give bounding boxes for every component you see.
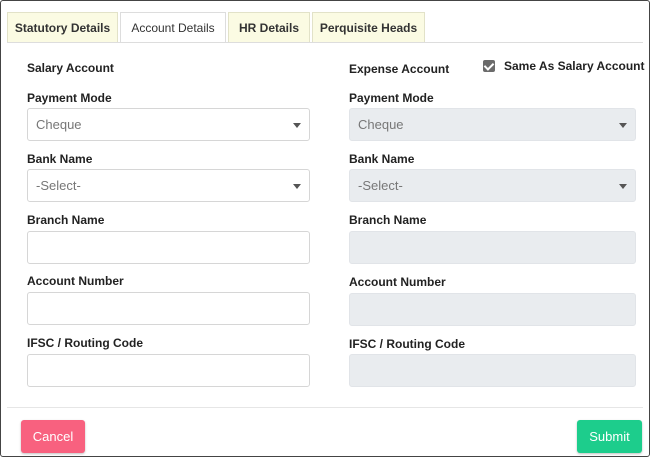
payment-mode-label: Payment Mode (27, 91, 112, 105)
submit-button[interactable]: Submit (577, 420, 642, 453)
chevron-down-icon (293, 184, 301, 189)
salary-account-number-input[interactable] (27, 292, 310, 325)
branch-name-label: Branch Name (349, 213, 427, 227)
select-value: -Select- (36, 178, 81, 193)
same-as-salary-toggle[interactable]: Same As Salary Account (483, 59, 645, 73)
tab-bar: Statutory Details Account Details HR Det… (7, 12, 427, 43)
select-value: Cheque (358, 117, 404, 132)
tab-account-details[interactable]: Account Details (120, 12, 226, 43)
tab-label: Statutory Details (14, 20, 111, 35)
tab-label: Perquisite Heads (319, 20, 418, 35)
account-number-label: Account Number (27, 274, 124, 288)
chevron-down-icon (619, 123, 627, 128)
same-as-salary-checkbox[interactable] (483, 60, 495, 72)
tab-hr-details[interactable]: HR Details (228, 12, 310, 43)
expense-bank-name-select: -Select- (349, 169, 636, 202)
chevron-down-icon (293, 123, 301, 128)
bank-name-label: Bank Name (349, 152, 415, 166)
salary-account-title: Salary Account (27, 61, 114, 75)
tab-statutory-details[interactable]: Statutory Details (7, 12, 118, 43)
tab-label: HR Details (238, 20, 300, 35)
salary-payment-mode-select[interactable]: Cheque (27, 108, 310, 141)
dialog-frame: Statutory Details Account Details HR Det… (0, 0, 650, 457)
expense-branch-name-input (349, 231, 636, 264)
salary-ifsc-input[interactable] (27, 354, 310, 387)
footer-divider (7, 407, 643, 408)
select-value: -Select- (358, 178, 403, 193)
ifsc-label: IFSC / Routing Code (27, 336, 143, 350)
tab-perquisite-heads[interactable]: Perquisite Heads (312, 12, 425, 43)
cancel-button[interactable]: Cancel (21, 420, 85, 453)
chevron-down-icon (619, 184, 627, 189)
tab-divider (7, 42, 643, 43)
payment-mode-label: Payment Mode (349, 91, 434, 105)
salary-branch-name-input[interactable] (27, 231, 310, 264)
expense-payment-mode-select: Cheque (349, 108, 636, 141)
ifsc-label: IFSC / Routing Code (349, 337, 465, 351)
expense-account-title: Expense Account (349, 62, 450, 76)
select-value: Cheque (36, 117, 82, 132)
bank-name-label: Bank Name (27, 152, 93, 166)
expense-account-number-input (349, 293, 636, 326)
salary-bank-name-select[interactable]: -Select- (27, 169, 310, 202)
account-number-label: Account Number (349, 275, 446, 289)
branch-name-label: Branch Name (27, 213, 105, 227)
tab-label: Account Details (131, 20, 215, 35)
same-as-salary-label: Same As Salary Account (504, 59, 645, 73)
expense-ifsc-input (349, 354, 636, 387)
